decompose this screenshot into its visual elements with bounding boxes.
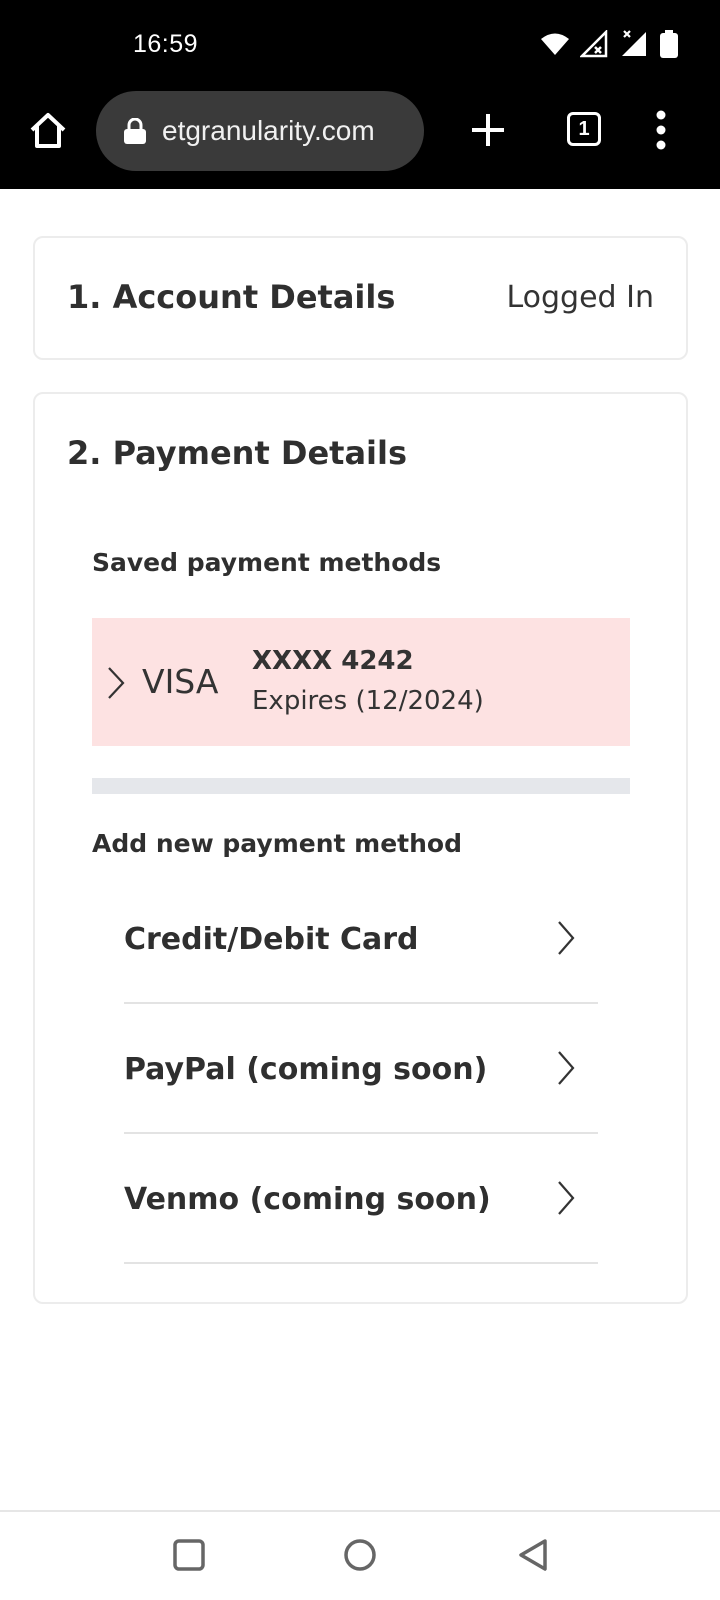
add-method-label: Add new payment method	[92, 829, 462, 858]
account-details-title: 1. Account Details	[67, 278, 396, 316]
saved-methods-label: Saved payment methods	[92, 548, 442, 577]
chevron-right-icon	[558, 1181, 575, 1215]
battery-icon	[660, 30, 678, 58]
signal-icon	[622, 30, 646, 56]
card-number: XXXX 4242	[252, 646, 414, 676]
method-label: Venmo (coming soon)	[124, 1182, 491, 1217]
address-bar[interactable]: etgranularity.com	[96, 91, 424, 171]
account-status: Logged In	[506, 280, 654, 315]
status-icons	[540, 30, 678, 58]
tabs-button[interactable]: 1	[567, 112, 601, 146]
status-time: 16:59	[133, 30, 199, 58]
menu-dots-icon[interactable]	[654, 110, 668, 150]
recents-icon[interactable]	[172, 1538, 206, 1572]
account-details-card[interactable]: 1. Account Details Logged In	[33, 236, 688, 360]
url-text: etgranularity.com	[162, 115, 375, 146]
plus-icon[interactable]	[470, 112, 506, 148]
browser-toolbar: etgranularity.com 1	[0, 91, 720, 189]
status-bar: 16:59	[0, 0, 720, 92]
add-credit-debit-card[interactable]: Credit/Debit Card	[124, 874, 598, 1004]
signal-x-icon	[580, 30, 608, 58]
saved-payment-method[interactable]: VISA XXXX 4242 Expires (12/2024)	[92, 618, 630, 746]
card-expiry: Expires (12/2024)	[252, 686, 484, 716]
system-nav-bar	[0, 1510, 720, 1600]
payment-details-title: 2. Payment Details	[67, 434, 408, 472]
add-paypal[interactable]: PayPal (coming soon)	[124, 1004, 598, 1134]
chevron-right-icon	[558, 921, 575, 955]
tab-count: 1	[578, 117, 590, 140]
chevron-right-icon	[558, 1051, 575, 1085]
wifi-icon	[541, 33, 569, 55]
chevron-right-icon	[108, 667, 125, 699]
add-venmo[interactable]: Venmo (coming soon)	[124, 1134, 598, 1264]
back-icon[interactable]	[516, 1538, 550, 1572]
section-divider	[92, 778, 630, 794]
method-label: Credit/Debit Card	[124, 922, 419, 957]
home-circle-icon[interactable]	[343, 1538, 377, 1572]
method-label: PayPal (coming soon)	[124, 1052, 488, 1087]
card-brand: VISA	[142, 662, 219, 701]
lock-icon	[124, 118, 146, 144]
home-icon[interactable]	[28, 110, 68, 150]
payment-details-card: 2. Payment Details Saved payment methods…	[33, 392, 688, 1304]
